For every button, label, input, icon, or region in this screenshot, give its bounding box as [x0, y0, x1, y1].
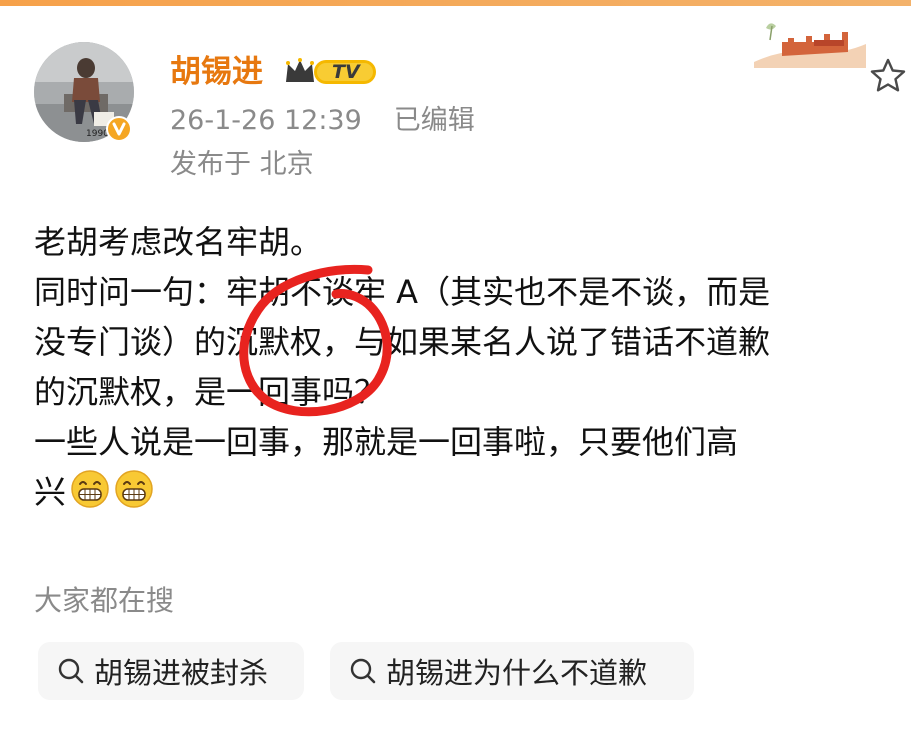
top-accent-bar — [0, 0, 911, 6]
post-location: 发布于 北京 — [170, 149, 314, 180]
post-line: 老胡考虑改名牢胡。 — [34, 223, 323, 261]
hot-search-chip-1[interactable]: 胡锡进被封杀 — [38, 642, 304, 700]
post-timestamp: 26-1-26 12:39 — [170, 105, 362, 136]
star-icon[interactable] — [868, 56, 908, 96]
post-line: 没专门谈）的沉默权，与如果某名人说了错话不道歉 — [34, 323, 771, 361]
weibo-post-screen: 1990 胡锡进 TV 26-1-26 12:39 已编辑 发布于 北京 老胡考虑… — [0, 0, 911, 729]
post-meta: 26-1-26 12:39 已编辑 — [170, 104, 475, 138]
edited-label[interactable]: 已编辑 — [394, 105, 475, 136]
search-icon — [350, 658, 376, 684]
post-line: 兴 — [34, 473, 67, 511]
post-line: 的沉默权，是一回事吗？ — [34, 373, 387, 411]
username[interactable]: 胡锡进 — [170, 52, 263, 92]
post-line: 一些人说是一回事，那就是一回事啦，只要他们高 — [34, 423, 739, 461]
hot-search-chip-label: 胡锡进为什么不道歉 — [386, 656, 648, 690]
grin-emoji-icon — [71, 470, 109, 508]
hot-search-chip-2[interactable]: 胡锡进为什么不道歉 — [330, 642, 694, 700]
post-line: 同时问一句：牢胡不谈牢 A（其实也不是不谈，而是 — [34, 273, 771, 311]
verified-badge-icon — [106, 116, 132, 142]
post-line-last: 兴 — [34, 467, 904, 517]
great-wall-decoration — [754, 23, 866, 68]
vip-badge-label: TV — [332, 61, 360, 83]
hot-search-label: 大家都在搜 — [34, 584, 175, 617]
post-content: 老胡考虑改名牢胡。 同时问一句：牢胡不谈牢 A（其实也不是不谈，而是 没专门谈）… — [34, 217, 904, 517]
hot-search-chip-label: 胡锡进被封杀 — [94, 656, 269, 690]
grin-emoji-icon — [115, 470, 153, 508]
search-icon — [58, 658, 84, 684]
